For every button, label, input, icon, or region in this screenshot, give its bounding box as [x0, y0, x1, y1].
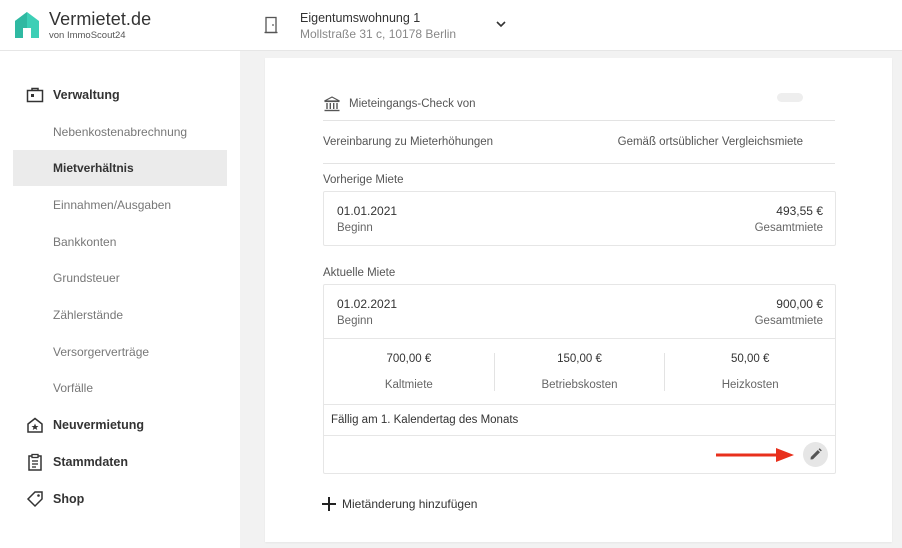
previous-rent-amount: 493,55 €: [776, 204, 823, 218]
current-rent-date-label: Beginn: [337, 315, 373, 327]
red-arrow-annotation: [716, 448, 794, 462]
breakdown-label: Heizkosten: [721, 378, 779, 391]
current-rent-summary: 01.02.2021 Beginn 900,00 € Gesamtmiete: [324, 285, 835, 338]
door-icon: [264, 16, 278, 34]
sidebar-section-label: Neuvermietung: [53, 418, 144, 432]
previous-rent-summary: 01.01.2021 Beginn 493,55 € Gesamtmiete: [324, 192, 835, 245]
sidebar-section-neuvermietung[interactable]: Neuvermietung: [25, 407, 235, 443]
previous-rent-box: 01.01.2021 Beginn 493,55 € Gesamtmiete: [323, 191, 836, 246]
bank-icon: [324, 95, 340, 111]
current-rent-box: 01.02.2021 Beginn 900,00 € Gesamtmiete 7…: [323, 284, 836, 474]
sidebar-section-shop[interactable]: Shop: [25, 481, 235, 517]
previous-rent-date: 01.01.2021: [337, 204, 398, 218]
sidebar-section-verwaltung[interactable]: Verwaltung: [25, 77, 235, 113]
sidebar-section-label: Stammdaten: [53, 455, 129, 469]
sidebar-item-bankkonten[interactable]: Bankkonten: [13, 224, 227, 260]
sidebar-item-mietverhaeltnis[interactable]: Mietverhältnis: [13, 150, 227, 186]
property-title[interactable]: Eigentumswohnung 1: [300, 11, 420, 25]
sidebar-item-nebenkostenabrechnung[interactable]: Nebenkostenabrechnung: [13, 114, 227, 150]
vermietet-logo-icon[interactable]: [12, 9, 42, 41]
sidebar-section-label: Verwaltung: [53, 88, 120, 102]
current-rent-date: 01.02.2021: [337, 297, 398, 311]
current-rent-amount-label: Gesamtmiete: [754, 315, 823, 327]
agreement-label: Vereinbarung zu Mieterhöhungen: [323, 136, 494, 148]
sidebar: Verwaltung Nebenkostenabrechnung Mietver…: [0, 51, 240, 548]
brand-name: Vermietet.de: [49, 9, 152, 29]
rent-check-toggle[interactable]: [777, 93, 803, 102]
breakdown-heizkosten: 50,00 € Heizkosten: [664, 352, 835, 391]
rent-increase-agreement-row: Vereinbarung zu Mieterhöhungen Gemäß ort…: [323, 121, 835, 164]
previous-rent-label: Vorherige Miete: [323, 174, 404, 186]
brand-subtitle: von ImmoScout24: [49, 30, 126, 41]
breakdown-value: 150,00 €: [557, 352, 602, 365]
add-rent-change-button[interactable]: Mietänderung hinzufügen: [320, 495, 477, 513]
breakdown-value: 700,00 €: [386, 352, 432, 365]
rent-due-info: Fällig am 1. Kalendertag des Monats: [324, 405, 835, 436]
brand[interactable]: Vermietet.de von ImmoScout24: [49, 9, 151, 42]
sidebar-item-zaehlerstaende[interactable]: Zählerstände: [13, 297, 227, 333]
sidebar-item-vorfaelle[interactable]: Vorfälle: [13, 370, 227, 406]
rent-check-row: Mieteingangs-Check von: [323, 87, 835, 121]
previous-rent-date-label: Beginn: [337, 222, 373, 234]
breakdown-label: Kaltmiete: [384, 378, 433, 391]
house-star-icon: [25, 415, 45, 435]
sidebar-item-grundsteuer[interactable]: Grundsteuer: [13, 260, 227, 296]
breakdown-label: Betriebskosten: [541, 378, 618, 391]
tag-icon: [25, 489, 45, 509]
briefcase-icon: [25, 85, 45, 105]
previous-rent-amount-label: Gesamtmiete: [754, 222, 823, 234]
rent-details-card: Mieteingangs-Check von Vereinbarung zu M…: [265, 58, 892, 542]
agreement-value: Gemäß ortsüblicher Vergleichsmiete: [617, 136, 803, 148]
breakdown-value: 50,00 €: [730, 352, 770, 365]
sidebar-item-versorgervertraege[interactable]: Versorgerverträge: [13, 334, 227, 370]
top-header: Vermietet.de von ImmoScout24 Eigentumswo…: [0, 0, 902, 51]
plus-icon: [322, 497, 336, 511]
clipboard-icon: [25, 452, 45, 472]
breakdown-betriebskosten: 150,00 € Betriebskosten: [493, 352, 665, 391]
current-rent-amount: 900,00 €: [776, 297, 823, 311]
pencil-icon: [810, 448, 822, 460]
current-rent-label: Aktuelle Miete: [323, 267, 396, 279]
sidebar-section-stammdaten[interactable]: Stammdaten: [25, 444, 235, 480]
chevron-down-icon[interactable]: [494, 17, 508, 31]
rent-breakdown: 700,00 € Kaltmiete 150,00 € Betriebskost…: [324, 338, 835, 405]
sidebar-item-einnahmen-ausgaben[interactable]: Einnahmen/Ausgaben: [13, 187, 227, 223]
sidebar-section-label: Shop: [53, 492, 85, 506]
property-address: Mollstraße 31 c, 10178 Berlin: [300, 27, 457, 41]
rent-check-label: Mieteingangs-Check von: [349, 97, 476, 110]
add-rent-change-label: Mietänderung hinzufügen: [342, 497, 478, 511]
edit-rent-button[interactable]: [803, 442, 828, 467]
breakdown-kaltmiete: 700,00 € Kaltmiete: [324, 353, 494, 391]
